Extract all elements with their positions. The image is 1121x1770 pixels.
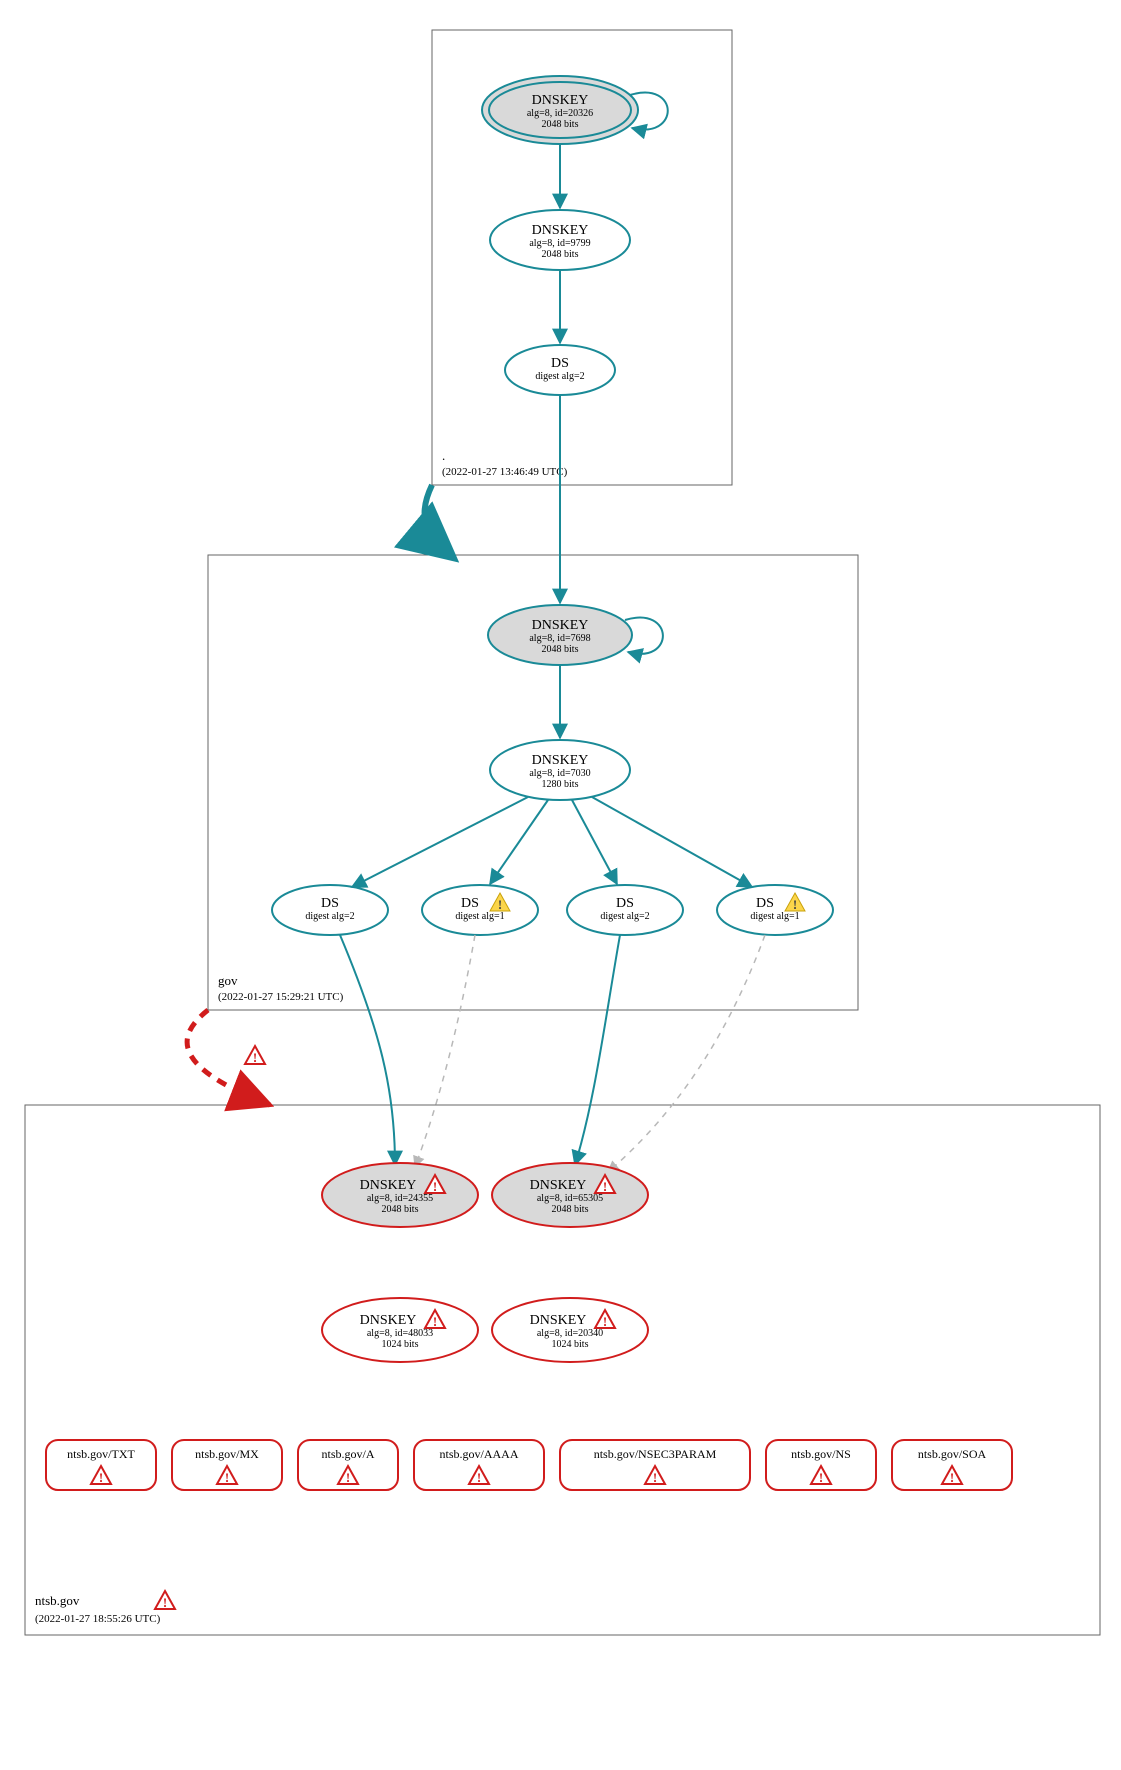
node-gov-ds4: DS digest alg=1 bbox=[717, 885, 833, 935]
svg-text:2048 bits: 2048 bits bbox=[552, 1204, 589, 1215]
node-root-zsk: DNSKEY alg=8, id=9799 2048 bits bbox=[490, 210, 630, 270]
svg-text:alg=8, id=20326: alg=8, id=20326 bbox=[527, 108, 593, 119]
svg-text:2048 bits: 2048 bits bbox=[542, 119, 579, 130]
svg-text:ntsb.gov/MX: ntsb.gov/MX bbox=[195, 1447, 259, 1461]
svg-text:DNSKEY: DNSKEY bbox=[532, 753, 589, 768]
svg-text:1024 bits: 1024 bits bbox=[382, 1339, 419, 1350]
node-gov-ds2: DS digest alg=1 bbox=[422, 885, 538, 935]
node-rr-soa: ntsb.gov/SOA bbox=[892, 1440, 1012, 1490]
node-rr-txt: ntsb.gov/TXT bbox=[46, 1440, 156, 1490]
node-ntsb-k4: DNSKEY alg=8, id=20340 1024 bits bbox=[492, 1298, 648, 1362]
edge-govzsk-ds1 bbox=[352, 797, 528, 887]
svg-text:DNSKEY: DNSKEY bbox=[360, 1313, 417, 1328]
svg-text:ntsb.gov/A: ntsb.gov/A bbox=[321, 1447, 374, 1461]
svg-text:DS: DS bbox=[616, 896, 634, 911]
svg-text:alg=8, id=9799: alg=8, id=9799 bbox=[529, 238, 590, 249]
error-icon bbox=[245, 1046, 265, 1065]
edge-delegation-root-gov bbox=[425, 485, 450, 555]
node-rr-nsec3: ntsb.gov/NSEC3PARAM bbox=[560, 1440, 750, 1490]
zone-ntsb-name: ntsb.gov bbox=[35, 1593, 80, 1608]
node-rr-aaaa: ntsb.gov/AAAA bbox=[414, 1440, 544, 1490]
svg-text:alg=8, id=7698: alg=8, id=7698 bbox=[529, 633, 590, 644]
edge-govzsk-ds3 bbox=[572, 800, 617, 884]
node-rr-mx: ntsb.gov/MX bbox=[172, 1440, 282, 1490]
svg-text:DNSKEY: DNSKEY bbox=[532, 618, 589, 633]
edge-ds4-ntsbk2 bbox=[608, 935, 765, 1172]
zone-gov-name: gov bbox=[218, 973, 238, 988]
node-ntsb-k3: DNSKEY alg=8, id=48033 1024 bits bbox=[322, 1298, 478, 1362]
svg-text:1280 bits: 1280 bits bbox=[542, 779, 579, 790]
zone-root-name: . bbox=[442, 448, 445, 463]
node-gov-ds3: DS digest alg=2 bbox=[567, 885, 683, 935]
svg-text:ntsb.gov/NSEC3PARAM: ntsb.gov/NSEC3PARAM bbox=[594, 1447, 717, 1461]
zone-ntsb-timestamp: (2022-01-27 18:55:26 UTC) bbox=[35, 1613, 161, 1625]
node-gov-zsk: DNSKEY alg=8, id=7030 1280 bits bbox=[490, 740, 630, 800]
svg-text:digest alg=2: digest alg=2 bbox=[600, 911, 649, 922]
node-ntsb-k1: DNSKEY alg=8, id=24355 2048 bits bbox=[322, 1163, 478, 1227]
svg-text:2048 bits: 2048 bits bbox=[382, 1204, 419, 1215]
node-rr-a: ntsb.gov/A bbox=[298, 1440, 398, 1490]
node-ntsb-k2: DNSKEY alg=8, id=65305 2048 bits bbox=[492, 1163, 648, 1227]
svg-text:1024 bits: 1024 bits bbox=[552, 1339, 589, 1350]
zone-root-timestamp: (2022-01-27 13:46:49 UTC) bbox=[442, 466, 568, 478]
svg-text:2048 bits: 2048 bits bbox=[542, 249, 579, 260]
svg-text:alg=8, id=65305: alg=8, id=65305 bbox=[537, 1193, 603, 1204]
edge-ds2-ntsbk1 bbox=[415, 935, 475, 1167]
node-root-ksk: DNSKEY alg=8, id=20326 2048 bits bbox=[482, 76, 638, 144]
edge-ds3-ntsbk2 bbox=[575, 935, 620, 1165]
node-gov-ds1: DS digest alg=2 bbox=[272, 885, 388, 935]
svg-text:digest alg=2: digest alg=2 bbox=[305, 911, 354, 922]
svg-text:alg=8, id=24355: alg=8, id=24355 bbox=[367, 1193, 433, 1204]
node-gov-ksk: DNSKEY alg=8, id=7698 2048 bits bbox=[488, 605, 632, 665]
node-rr-ns: ntsb.gov/NS bbox=[766, 1440, 876, 1490]
svg-text:digest alg=2: digest alg=2 bbox=[535, 371, 584, 382]
svg-text:alg=8, id=48033: alg=8, id=48033 bbox=[367, 1328, 433, 1339]
svg-text:DS: DS bbox=[756, 896, 774, 911]
dnssec-chain-diagram: ! ! . (2022-01-27 13:46:49 UTC) DNSKEY a… bbox=[0, 0, 1121, 1770]
node-root-ds: DS digest alg=2 bbox=[505, 345, 615, 395]
svg-text:DS: DS bbox=[321, 896, 339, 911]
svg-text:DS: DS bbox=[461, 896, 479, 911]
edge-ds1-ntsbk1 bbox=[340, 935, 395, 1165]
svg-text:DNSKEY: DNSKEY bbox=[530, 1313, 587, 1328]
svg-text:ntsb.gov/AAAA: ntsb.gov/AAAA bbox=[439, 1447, 518, 1461]
error-icon bbox=[155, 1591, 175, 1610]
svg-text:DNSKEY: DNSKEY bbox=[532, 93, 589, 108]
svg-text:DNSKEY: DNSKEY bbox=[360, 1178, 417, 1193]
svg-text:ntsb.gov/SOA: ntsb.gov/SOA bbox=[918, 1447, 987, 1461]
svg-text:DS: DS bbox=[551, 356, 569, 371]
svg-text:alg=8, id=20340: alg=8, id=20340 bbox=[537, 1328, 603, 1339]
svg-text:2048 bits: 2048 bits bbox=[542, 644, 579, 655]
svg-text:digest alg=1: digest alg=1 bbox=[455, 911, 504, 922]
svg-text:ntsb.gov/TXT: ntsb.gov/TXT bbox=[67, 1447, 135, 1461]
svg-text:DNSKEY: DNSKEY bbox=[532, 223, 589, 238]
svg-text:alg=8, id=7030: alg=8, id=7030 bbox=[529, 768, 590, 779]
svg-text:digest alg=1: digest alg=1 bbox=[750, 911, 799, 922]
edge-govzsk-ds4 bbox=[592, 797, 752, 887]
svg-text:ntsb.gov/NS: ntsb.gov/NS bbox=[791, 1447, 851, 1461]
svg-text:DNSKEY: DNSKEY bbox=[530, 1178, 587, 1193]
zone-gov-timestamp: (2022-01-27 15:29:21 UTC) bbox=[218, 991, 344, 1003]
